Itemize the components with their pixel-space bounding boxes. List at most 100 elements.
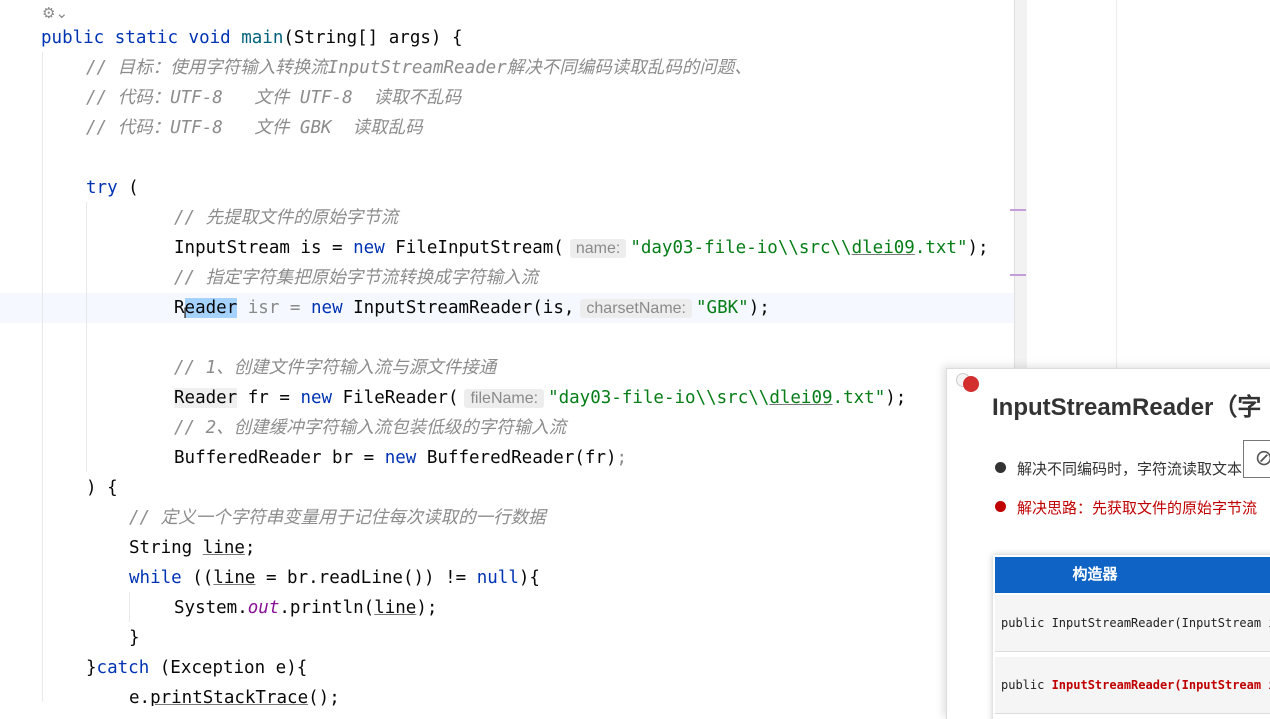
unused-variable: isr = — [237, 298, 311, 318]
parameter-hint: fileName: — [464, 389, 545, 408]
slide-bullet: 解决思路：先获取文件的原始字节流 — [1017, 500, 1258, 517]
code-comment[interactable]: // 目标：使用字符输入转换流InputStreamReader解决不同编码读取… — [86, 53, 752, 83]
ai-assistant-icon[interactable]: ⚙⌄ — [42, 4, 68, 22]
code-text: System. — [174, 598, 248, 618]
code-text: (Exception e){ — [149, 658, 308, 678]
magnifier-icon[interactable]: ⊘ — [1243, 440, 1270, 478]
code-text: e. — [129, 688, 151, 706]
code-line[interactable]: try ( — [86, 173, 139, 203]
code-comment[interactable]: // 定义一个字符串变量用于记住每次读取的一行数据 — [129, 503, 546, 533]
code-text: } — [129, 628, 140, 648]
code-line[interactable]: e.printStackTrace(); — [129, 683, 340, 706]
string-literal: .txt" — [832, 388, 886, 408]
code-text: InputStream is = — [174, 238, 354, 258]
string-literal: .txt" — [914, 238, 968, 258]
code-text: Reader — [174, 388, 238, 408]
highlight-text: InputStreamReader(InputStream i — [1051, 678, 1270, 692]
code-text: ){ — [518, 568, 540, 588]
bullet-dot-icon — [995, 462, 1006, 473]
code-text: (); — [308, 688, 340, 706]
code-text: BufferedReader br = — [174, 448, 385, 468]
code-line[interactable]: public static void main(String[] args) { — [41, 23, 463, 53]
code-text: ; — [244, 538, 256, 558]
code-text: String — [129, 538, 203, 558]
keyword: catch — [96, 658, 150, 678]
code-line[interactable]: ) { — [86, 473, 118, 503]
bullet-dot-icon — [995, 501, 1006, 512]
code-text: (String[] args) { — [283, 28, 463, 48]
code-text: = br.readLine()) != — [255, 568, 477, 588]
code-comment[interactable]: // 2、创建缓冲字符输入流包装低级的字符输入流 — [174, 413, 566, 443]
code-text: ); — [748, 298, 770, 318]
keyword: new — [353, 238, 385, 258]
string-literal: dlei09 — [769, 388, 833, 408]
keyword: try — [86, 178, 118, 198]
code-text: ) { — [86, 478, 118, 498]
parameter-hint: charsetName: — [580, 299, 692, 318]
variable: line — [374, 598, 417, 618]
scroll-marker[interactable] — [1010, 274, 1026, 276]
code-line[interactable]: System.out.println(line); — [174, 593, 437, 623]
code-text: .println( — [279, 598, 375, 618]
code-line[interactable]: String line; — [129, 533, 255, 563]
table-row: public InputStreamReader(InputStream i — [995, 595, 1270, 652]
code-text: FileInputStream( — [384, 238, 564, 258]
code-comment[interactable]: // 代码：UTF-8 文件 GBK 读取乱码 — [86, 113, 423, 143]
code-text: ; — [616, 448, 628, 468]
code-line[interactable]: } — [129, 623, 140, 653]
variable: line — [202, 538, 245, 558]
code-line[interactable]: while ((line = br.readLine()) != null){ — [129, 563, 540, 593]
slide-overlay: InputStreamReader（字 解决不同编码时，字符流读取文本 解决思路… — [946, 368, 1270, 719]
string-literal: "day03-file-io\\src\\ — [548, 388, 770, 408]
code-line[interactable]: Reader fr = new FileReader( fileName: "day… — [174, 383, 906, 413]
keyword: null — [476, 568, 519, 588]
method-name: main — [241, 28, 284, 48]
code-line[interactable]: InputStream is = new FileInputStream( nam… — [174, 233, 989, 263]
table-header: 构造器 — [995, 557, 1270, 593]
keyword: void — [188, 28, 231, 48]
code-line[interactable]: BufferedReader br = new BufferedReader(f… — [174, 443, 627, 473]
code-text: ); — [967, 238, 989, 258]
code-text: fr = — [237, 388, 301, 408]
code-line[interactable]: }catch (Exception e){ — [86, 653, 307, 683]
code-comment[interactable]: // 指定字符集把原始字节流转换成字符输入流 — [174, 263, 538, 293]
code-text: } — [86, 658, 97, 678]
string-literal: "GBK" — [696, 298, 749, 318]
indent-guide — [42, 52, 43, 702]
code-line[interactable]: Reader isr = new InputStreamReader(is, ch… — [174, 293, 770, 323]
code-text: public — [1001, 678, 1052, 692]
string-literal: dlei09 — [851, 238, 915, 258]
keyword: static — [114, 28, 178, 48]
code-text: (( — [181, 568, 214, 588]
keyword: new — [384, 448, 417, 468]
scroll-marker[interactable] — [1010, 209, 1026, 211]
table-row: public InputStreamReader(InputStream i — [995, 657, 1270, 714]
code-text: FileReader( — [332, 388, 459, 408]
string-literal: "day03-file-io\\src\\ — [630, 238, 852, 258]
code-text: ); — [416, 598, 438, 618]
variable: line — [213, 568, 256, 588]
code-comment[interactable]: // 代码：UTF-8 文件 UTF-8 读取不乱码 — [86, 83, 461, 113]
record-icon[interactable] — [963, 376, 979, 392]
code-text: ); — [885, 388, 907, 408]
parameter-hint: name: — [569, 239, 627, 258]
code-text: ( — [117, 178, 139, 198]
constructor-table: 构造器 public InputStreamReader(InputStream… — [993, 555, 1270, 719]
keyword: new — [311, 298, 343, 318]
slide-title: InputStreamReader（字 — [992, 394, 1262, 421]
keyword: public — [41, 28, 105, 48]
method-call: printStackTrace — [150, 688, 309, 706]
code-text: BufferedReader(fr) — [416, 448, 617, 468]
indent-guide — [86, 202, 87, 472]
text-cursor-icon: I — [183, 306, 188, 322]
indent-guide — [129, 592, 130, 622]
code-text: InputStreamReader(is, — [342, 298, 575, 318]
code-comment[interactable]: // 先提取文件的原始字节流 — [174, 203, 398, 233]
keyword: new — [300, 388, 333, 408]
code-comment[interactable]: // 1、创建文件字符输入流与源文件接通 — [174, 353, 496, 383]
keyword: while — [129, 568, 182, 588]
selected-text: eader — [184, 298, 238, 318]
code-editor[interactable]: ⚙⌄ public static void main(String[] args… — [0, 0, 1016, 706]
static-field: out — [247, 598, 280, 618]
slide-bullet: 解决不同编码时，字符流读取文本 — [1017, 461, 1243, 478]
